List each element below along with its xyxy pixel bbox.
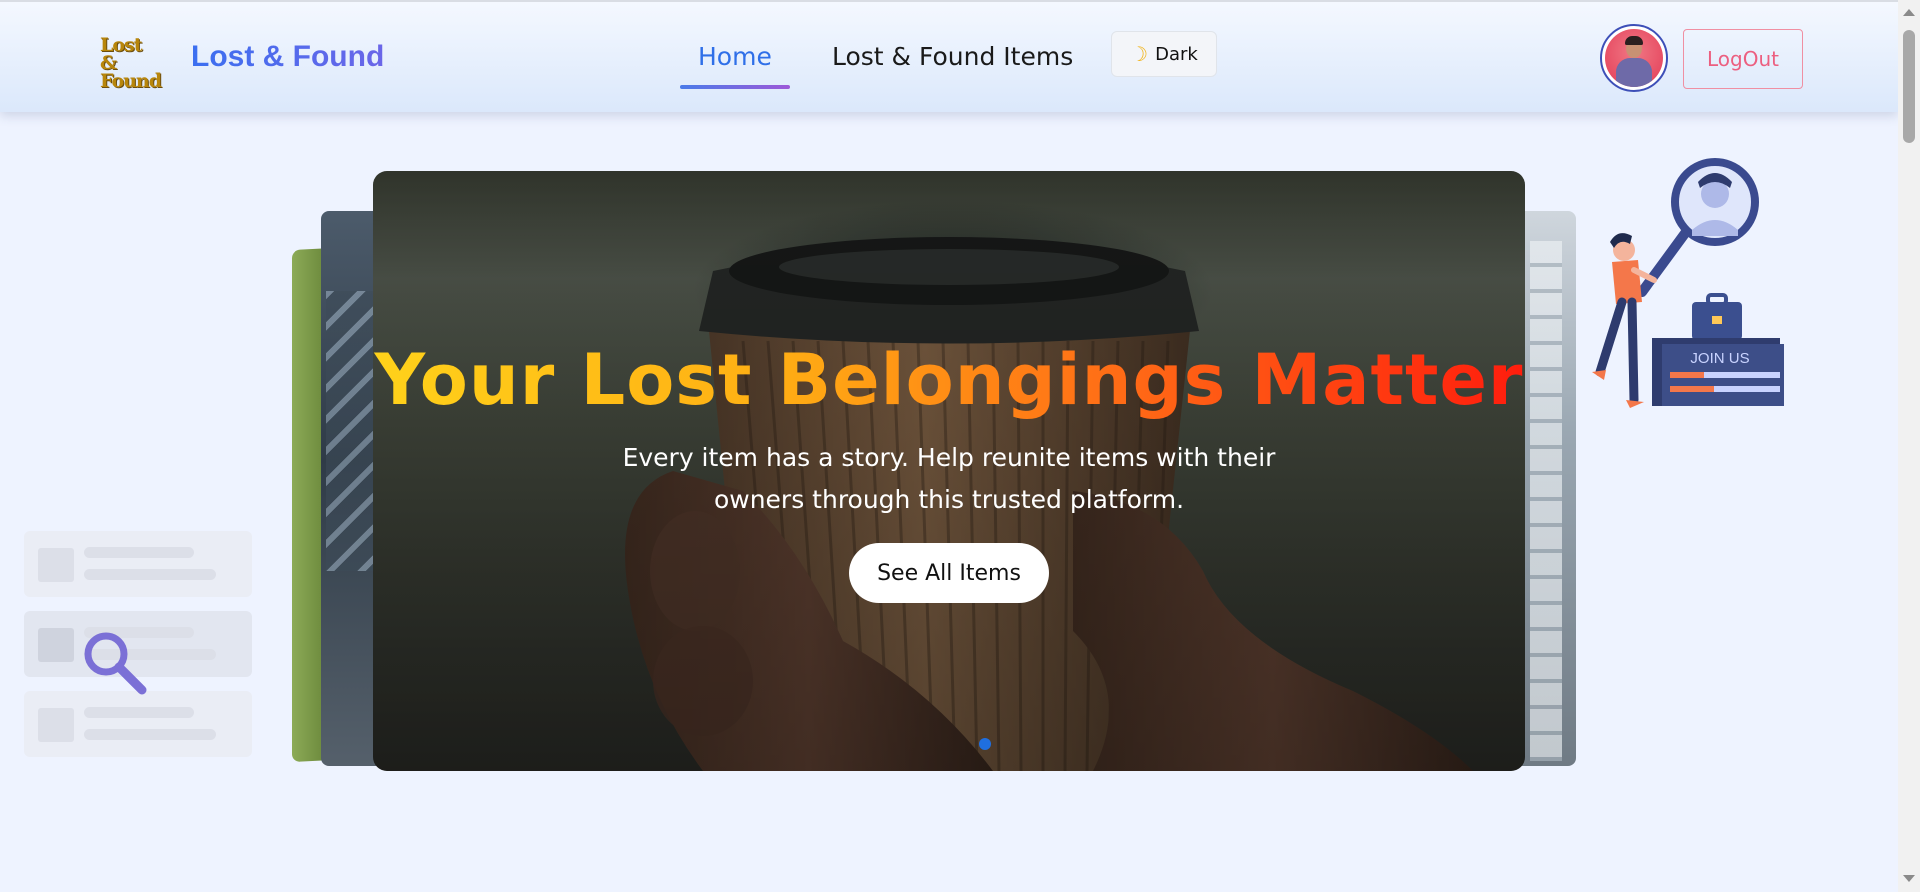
see-all-items-button[interactable]: See All Items (849, 543, 1049, 603)
moon-icon: ☽ (1130, 42, 1149, 66)
placeholder-line (84, 707, 194, 718)
scroll-down-arrow-icon[interactable] (1903, 875, 1915, 882)
nav-link-home[interactable]: Home (698, 42, 772, 71)
nav-link-lost-found-items[interactable]: Lost & Found Items (832, 42, 1073, 71)
avatar-hair-shape (1625, 36, 1643, 45)
join-us-text: JOIN US (1690, 350, 1749, 367)
avatar-photo (1605, 29, 1663, 87)
page-scrollbar[interactable] (1898, 0, 1920, 892)
dark-mode-label: Dark (1155, 43, 1198, 65)
hero-title: Your Lost Belongings Matter (374, 339, 1524, 421)
placeholder-line (84, 547, 194, 558)
user-avatar[interactable] (1600, 24, 1668, 92)
placeholder-list-row (24, 691, 252, 757)
placeholder-thumb (38, 628, 74, 662)
placeholder-list-row (24, 531, 252, 597)
dark-mode-toggle[interactable]: ☽ Dark (1111, 31, 1217, 77)
carousel-dot-active[interactable] (979, 738, 991, 750)
logout-button[interactable]: LogOut (1683, 29, 1803, 89)
scroll-thumb[interactable] (1903, 30, 1915, 143)
placeholder-line (84, 569, 216, 580)
brand-name[interactable]: Lost & Found (191, 40, 384, 74)
logo-line-1: Lost & (100, 34, 143, 74)
placeholder-thumb (38, 548, 74, 582)
hero-subtitle: Every item has a story. Help reunite ite… (622, 443, 1276, 514)
navbar: Lost & Found Lost & Found Home Lost & Fo… (0, 0, 1898, 112)
join-us-illustration: JOIN US (1592, 158, 1784, 408)
placeholder-thumb (38, 708, 74, 742)
logo-line-2: Found (100, 70, 162, 92)
active-link-underline (680, 85, 790, 89)
scroll-up-arrow-icon[interactable] (1903, 9, 1915, 16)
magnifier-icon (84, 632, 147, 695)
hero-slide: Your Lost Belongings Matter Every item h… (373, 171, 1525, 771)
brand-logo[interactable]: Lost & Found (100, 34, 162, 91)
placeholder-line (84, 729, 216, 740)
avatar-body-shape (1616, 58, 1652, 87)
